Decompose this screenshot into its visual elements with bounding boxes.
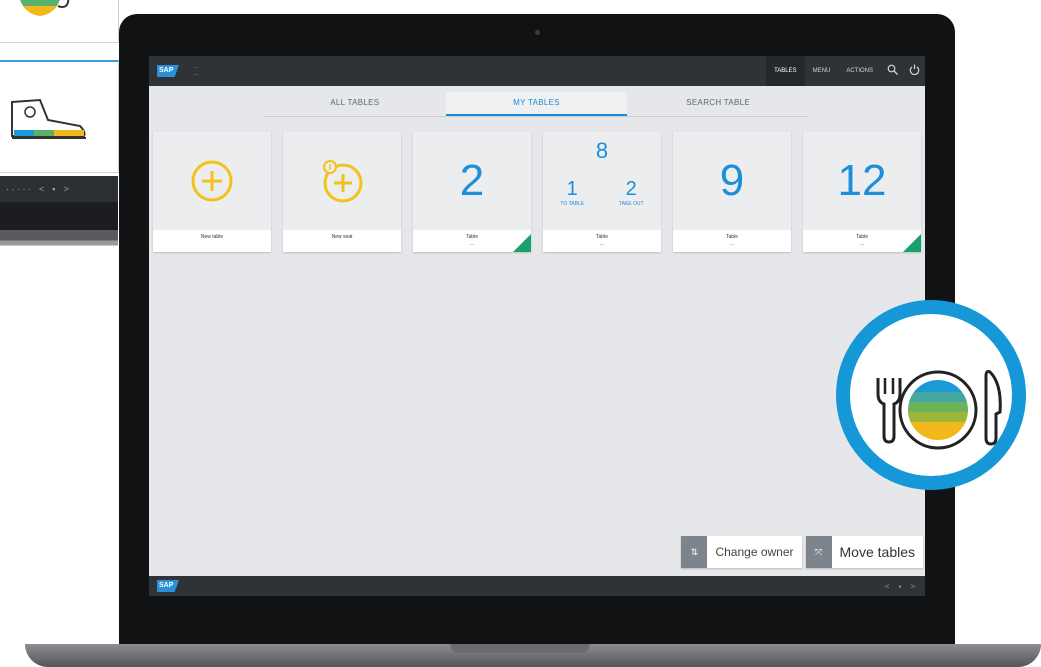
tile-label: Table — [726, 234, 738, 240]
knife-icon — [984, 370, 1002, 446]
take-out-label: TAKE OUT — [618, 201, 644, 207]
change-owner-icon: ⇅ — [681, 536, 708, 568]
camera — [535, 30, 540, 35]
background-toolbar: · · · · · < ▪ > — [0, 176, 118, 202]
tile-sublabel: … — [729, 241, 735, 247]
tile-sublabel: … — [469, 241, 475, 247]
plate-icon — [898, 370, 978, 450]
to-table-count: 1 — [566, 178, 578, 200]
tile-table-2[interactable]: 2 Table … — [413, 132, 531, 252]
search-icon[interactable] — [881, 64, 903, 78]
user-line-2: … — [193, 71, 198, 77]
nav-menu[interactable]: MENU — [805, 56, 839, 86]
tile-label: Table — [856, 234, 868, 240]
change-owner-label: Change owner — [715, 545, 794, 559]
footer-controls: < ▪ > — [885, 582, 915, 591]
background-laptop-base — [0, 202, 118, 272]
background-card-cup — [0, 0, 119, 43]
tile-new-seat[interactable]: New seat — [283, 132, 401, 252]
tile-table-12[interactable]: 12 Table … — [803, 132, 921, 252]
sap-logo[interactable]: SAP — [157, 65, 179, 77]
shell-header: SAP … … TABLES MENU ACTIONS — [149, 56, 925, 86]
prev-icon[interactable]: < — [885, 582, 890, 591]
user-line-1: … — [193, 64, 198, 70]
add-icon — [191, 160, 233, 202]
move-tables-label: Move tables — [839, 544, 915, 560]
home-icon[interactable]: ▪ — [898, 582, 901, 591]
tile-sublabel: … — [859, 241, 865, 247]
guest-count: 9 — [719, 156, 745, 205]
table-tiles: New table New seat 2 Table … 8 1 TO TABL… — [153, 132, 921, 252]
user-info: … … — [193, 64, 198, 78]
tile-sublabel: … — [599, 241, 605, 247]
nav-actions[interactable]: ACTIONS — [838, 56, 881, 86]
cup-icon — [18, 0, 70, 16]
nav-tables[interactable]: TABLES — [766, 56, 805, 86]
dining-icon — [876, 370, 1002, 450]
tile-table-9[interactable]: 9 Table … — [673, 132, 791, 252]
nav-links: TABLES MENU ACTIONS — [766, 56, 925, 86]
move-tables-icon: ⤧ — [805, 536, 832, 568]
tile-label: New table — [200, 234, 224, 240]
next-icon[interactable]: > — [910, 582, 915, 591]
action-bar: ⇅ Change owner ⤧ Move tables — [681, 536, 923, 568]
shoe-icon — [11, 98, 86, 139]
tab-all-tables[interactable]: ALL TABLES — [264, 92, 446, 116]
guest-total: 8 — [595, 138, 609, 163]
table-tabs: ALL TABLES MY TABLES SEARCH TABLE — [264, 92, 809, 117]
take-out-count: 2 — [625, 178, 637, 200]
tile-new-table[interactable]: New table — [153, 132, 271, 252]
change-owner-button[interactable]: ⇅ Change owner — [681, 536, 802, 568]
move-tables-button[interactable]: ⤧ Move tables — [805, 536, 923, 568]
power-icon[interactable] — [903, 64, 925, 78]
guest-count: 12 — [837, 156, 887, 205]
to-table-label: TO TABLE — [560, 201, 585, 207]
tile-label: New seat — [331, 234, 353, 240]
footer-sap-logo: SAP — [157, 580, 179, 592]
app-screen: SAP … … TABLES MENU ACTIONS ALL TABLES M… — [149, 56, 925, 596]
tile-label: Table — [466, 234, 478, 240]
add-seat-icon — [323, 160, 363, 203]
shell-footer: SAP < ▪ > — [149, 576, 925, 596]
laptop-notch — [450, 644, 590, 653]
tab-my-tables[interactable]: MY TABLES — [445, 92, 628, 116]
fork-icon — [876, 378, 902, 444]
plate-badge — [836, 300, 1026, 490]
tile-table-8[interactable]: 8 1 TO TABLE 2 TAKE OUT Table … — [543, 132, 661, 252]
guest-split: 1 TO TABLE 2 TAKE OUT — [543, 178, 661, 207]
tile-label: Table — [596, 234, 608, 240]
tab-search-table[interactable]: SEARCH TABLE — [627, 92, 809, 116]
background-card-shoe — [0, 60, 119, 173]
guest-count: 2 — [459, 156, 485, 205]
